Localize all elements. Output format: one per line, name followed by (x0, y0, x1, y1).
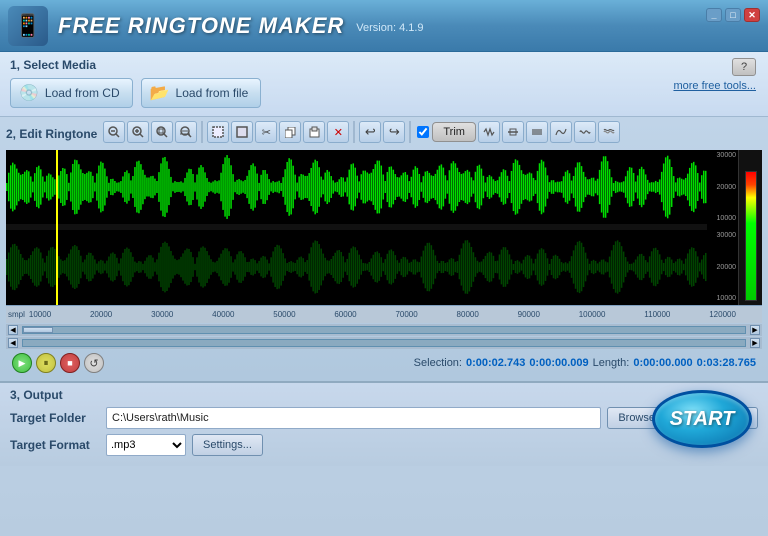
minimize-button[interactable]: _ (706, 8, 722, 22)
level-labels-top: 30000 20000 10000 (708, 150, 736, 224)
output-label: 3, Output (10, 388, 758, 402)
timeline-ruler: smpl 10000 20000 30000 40000 50000 60000… (6, 305, 762, 323)
load-cd-button[interactable]: 💿 Load from CD (10, 78, 133, 108)
selection-end: 0:00:00.009 (529, 357, 588, 369)
main-content: 1, Select Media 💿 Load from CD 📂 Load fr… (0, 52, 768, 536)
close-button[interactable]: ✕ (744, 8, 760, 22)
undo-button[interactable]: ↩ (359, 121, 381, 143)
zoom-out-button[interactable] (103, 121, 125, 143)
wave-tool-1[interactable] (478, 121, 500, 143)
level-meter (738, 150, 762, 305)
zoom-fit-button[interactable] (175, 121, 197, 143)
ruler-ticks: 10000 20000 30000 40000 50000 60000 7000… (29, 310, 760, 319)
maximize-button[interactable]: □ (725, 8, 741, 22)
select-region-button[interactable] (207, 121, 229, 143)
target-format-row: Target Format .mp3 .mp4 .wav .ogg .m4r S… (10, 434, 758, 456)
length-label: Length: (593, 357, 630, 369)
toolbar-sep-2 (353, 121, 355, 143)
toolbar-sep-3 (409, 121, 411, 143)
scroll-right-2[interactable]: ▶ (750, 338, 760, 348)
settings-button[interactable]: Settings... (192, 434, 263, 456)
level-bar (745, 171, 757, 301)
scroll-thumb[interactable] (23, 327, 53, 333)
smpl-ruler-label: smpl (8, 310, 25, 319)
play-button[interactable]: ▶ (12, 353, 32, 373)
trim-button[interactable]: Trim (432, 122, 476, 142)
app-icon: 📱 (8, 6, 48, 46)
transport-row: ▶ ⏸ ■ ↺ Selection: 0:00:02.743 0:00:00.0… (6, 349, 762, 377)
section-output: 3, Output Target Folder Browse... Find T… (0, 382, 768, 466)
marker-line (56, 150, 58, 305)
stop-button[interactable]: ■ (60, 353, 80, 373)
load-file-button[interactable]: 📂 Load from file (141, 78, 262, 108)
target-folder-label: Target Folder (10, 411, 100, 425)
loop-button[interactable]: ↺ (84, 353, 104, 373)
help-button[interactable]: ? (732, 58, 756, 76)
section-edit-ringtone: 2, Edit Ringtone (0, 117, 768, 382)
wave-tool-6[interactable] (598, 121, 620, 143)
waveform-display[interactable] (6, 150, 707, 305)
waveform-scrollbar2[interactable]: ◀ ▶ (6, 337, 762, 349)
window-controls: _ □ ✕ (706, 8, 760, 22)
version-text: Version: 4.1.9 (356, 22, 423, 34)
toolbar-sep-1 (201, 121, 203, 143)
zoom-selection-button[interactable] (151, 121, 173, 143)
wave-tool-5[interactable] (574, 121, 596, 143)
pause-button[interactable]: ⏸ (36, 353, 56, 373)
copy-button[interactable] (279, 121, 301, 143)
select-media-label: 1, Select Media (10, 58, 758, 72)
selection-start: 0:00:02.743 (466, 357, 525, 369)
edit-toolbar: ✂ ✕ ↩ ↪ (103, 121, 620, 143)
cd-icon: 💿 (19, 83, 39, 103)
target-folder-row: Target Folder Browse... Find Target (10, 407, 758, 429)
waveform-scrollbar[interactable]: ◀ ▶ (6, 324, 762, 336)
edit-ringtone-label: 2, Edit Ringtone (6, 127, 97, 141)
section-select-media: 1, Select Media 💿 Load from CD 📂 Load fr… (0, 52, 768, 117)
scroll-track-2[interactable] (22, 339, 746, 347)
cut-button[interactable]: ✂ (255, 121, 277, 143)
wave-tool-4[interactable] (550, 121, 572, 143)
file-icon: 📂 (150, 83, 170, 103)
selection-label: Selection: (414, 357, 462, 369)
title-bar: 📱 FREE RINGTONE MAKER Version: 4.1.9 _ □… (0, 0, 768, 52)
scroll-track[interactable] (22, 326, 746, 334)
app-title: FREE RINGTONE MAKER (58, 13, 344, 39)
selection-info: Selection: 0:00:02.743 0:00:00.009 Lengt… (414, 357, 756, 369)
trim-checkbox[interactable] (417, 126, 429, 138)
zoom-in-button[interactable] (127, 121, 149, 143)
total-length: 0:03:28.765 (697, 357, 756, 369)
wave-tool-2[interactable] (502, 121, 524, 143)
level-labels-bottom: 30000 20000 10000 (708, 230, 736, 304)
selection-length: 0:00:00.000 (633, 357, 692, 369)
delete-button[interactable]: ✕ (327, 121, 349, 143)
select-buttons: 💿 Load from CD 📂 Load from file (10, 78, 758, 108)
more-tools-link[interactable]: more free tools... (673, 80, 756, 92)
select-all-button[interactable] (231, 121, 253, 143)
format-select[interactable]: .mp3 .mp4 .wav .ogg .m4r (106, 434, 186, 456)
scroll-right[interactable]: ▶ (750, 325, 760, 335)
target-folder-input[interactable] (106, 407, 601, 429)
start-button[interactable]: START (652, 390, 752, 448)
waveform-area[interactable]: smpl 30000 20000 (6, 150, 762, 305)
wave-tool-3[interactable] (526, 121, 548, 143)
target-format-label: Target Format (10, 438, 100, 452)
paste-button[interactable] (303, 121, 325, 143)
scroll-left[interactable]: ◀ (8, 325, 18, 335)
scroll-left-2[interactable]: ◀ (8, 338, 18, 348)
redo-button[interactable]: ↪ (383, 121, 405, 143)
